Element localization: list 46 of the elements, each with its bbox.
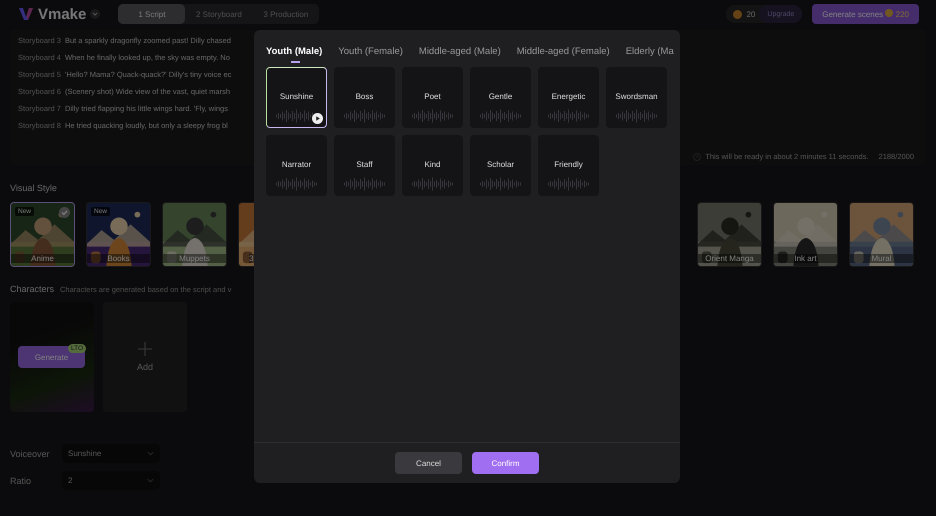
voice-tab[interactable]: Middle-aged (Female) [516,46,610,63]
credit-count: 20 [746,10,756,18]
voice-tab[interactable]: Youth (Male) [266,46,322,63]
waveform-icon [548,109,590,123]
voice-card[interactable]: Narrator [266,135,327,196]
section-title: Characters [10,284,54,294]
waveform-icon [412,109,454,123]
voice-tab[interactable]: Elderly (Ma [626,46,674,63]
voice-card[interactable]: Energetic [538,67,599,128]
check-icon [59,207,70,218]
section-title: Visual Style [10,183,57,193]
waveform-icon [276,177,318,191]
chevron-down-icon[interactable] [90,9,100,19]
voice-card[interactable]: Staff [334,135,395,196]
waveform-icon [616,109,658,123]
voice-card[interactable]: Kind [402,135,463,196]
waveform-icon [548,177,590,191]
option-label: Ratio [10,476,32,486]
option-label: Voiceover [10,448,51,458]
voice-card[interactable]: Friendly [538,135,599,196]
waveform-icon [344,109,386,123]
waveform-icon [480,177,522,191]
voice-card[interactable]: Boss [334,67,395,128]
step-tab[interactable]: 1 Script [118,4,186,24]
voice-card[interactable]: Swordsman [606,67,667,128]
chevron-down-icon [147,478,154,483]
style-card[interactable]: Ink art [773,202,838,267]
voice-card[interactable]: Sunshine [266,67,327,128]
voice-tab[interactable]: Youth (Female) [338,46,403,63]
style-card[interactable]: Orient Manga [697,202,762,267]
chevron-down-icon [147,451,154,456]
play-icon [312,113,323,124]
waveform-icon [412,177,454,191]
voice-tab[interactable]: Middle-aged (Male) [418,46,501,63]
cancel-button[interactable]: Cancel [395,452,462,474]
logo-icon [18,6,34,22]
coin-icon [885,9,894,17]
waveform-icon [344,177,386,191]
app-name: Vmake [38,6,86,22]
confirm-button[interactable]: Confirm [472,452,539,474]
voice-card[interactable]: Poet [402,67,463,128]
voice-card[interactable]: Scholar [470,135,531,196]
voice-card[interactable]: Gentle [470,67,531,128]
coin-icon [733,10,742,18]
waveform-icon [480,109,522,123]
plus-icon [138,342,152,356]
